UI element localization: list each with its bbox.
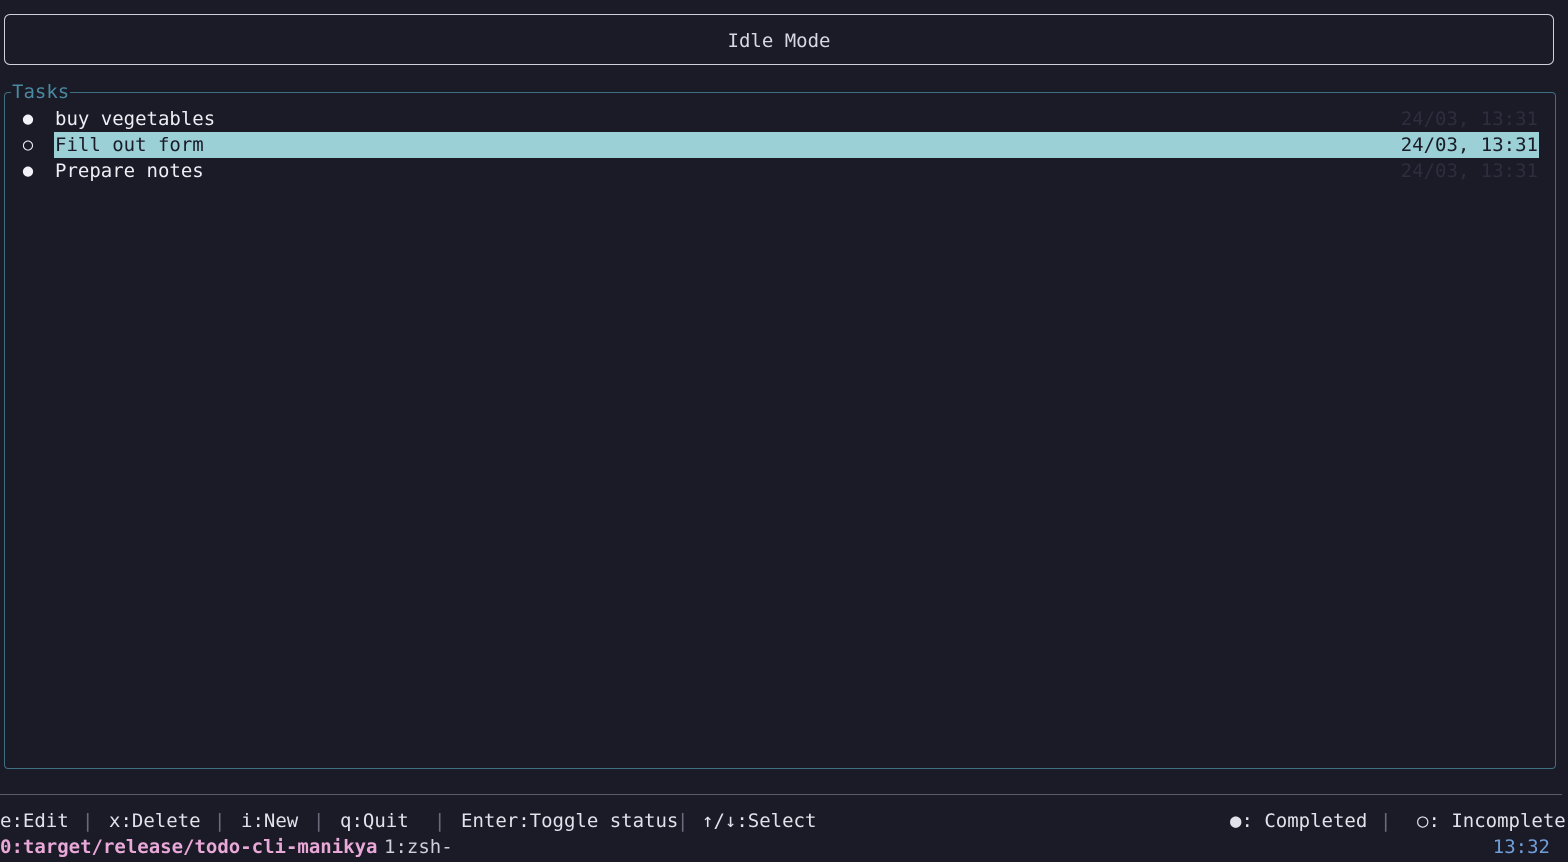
- help-quit: q:Quit: [340, 810, 409, 832]
- help-edit: e:Edit: [0, 810, 69, 832]
- tmux-clock: 13:32: [1492, 836, 1550, 858]
- help-separator: |: [313, 810, 325, 832]
- incomplete-circle-icon: ○: [22, 135, 34, 155]
- help-delete: x:Delete: [109, 810, 201, 832]
- help-toggle-status: Enter:Toggle status: [461, 810, 679, 832]
- tmux-window-active[interactable]: 0:target/release/todo-cli-manikya: [0, 835, 378, 859]
- task-row-selected[interactable]: ○ Fill out form 24/03, 13:31: [5, 132, 1555, 158]
- task-label: Fill out form: [55, 134, 204, 156]
- task-timestamp: 24/03, 13:31: [1400, 134, 1538, 156]
- help-separator: |: [434, 810, 446, 832]
- tmux-status-bar: 0:target/release/todo-cli-manikya 1:zsh-…: [0, 835, 1568, 859]
- divider: [0, 794, 1562, 795]
- tasks-panel-title: Tasks: [11, 81, 71, 103]
- legend-incomplete: ○: Incomplete: [1417, 810, 1566, 832]
- completed-circle-icon: ●: [22, 109, 34, 129]
- task-body[interactable]: Fill out form 24/03, 13:31: [54, 132, 1539, 158]
- task-row[interactable]: ● Prepare notes 24/03, 13:31: [5, 158, 1555, 184]
- keybinding-help-bar: e:Edit | x:Delete | i:New | q:Quit | Ent…: [0, 809, 1568, 833]
- terminal-screen: Idle Mode Tasks ● buy vegetables 24/03, …: [0, 0, 1568, 862]
- help-separator: |: [214, 810, 226, 832]
- task-list: ● buy vegetables 24/03, 13:31 ○ Fill out…: [5, 106, 1555, 184]
- task-body[interactable]: buy vegetables 24/03, 13:31: [54, 106, 1539, 132]
- help-new: i:New: [241, 810, 299, 832]
- tmux-window[interactable]: 1:zsh-: [384, 835, 453, 859]
- legend-completed: ●: Completed: [1230, 810, 1368, 832]
- completed-circle-icon: ●: [22, 161, 34, 181]
- help-separator: |: [82, 810, 94, 832]
- mode-panel: Idle Mode: [4, 14, 1554, 65]
- help-select: ↑/↓:Select: [702, 810, 817, 832]
- task-body[interactable]: Prepare notes 24/03, 13:31: [54, 158, 1539, 184]
- mode-title: Idle Mode: [727, 30, 831, 52]
- task-row[interactable]: ● buy vegetables 24/03, 13:31: [5, 106, 1555, 132]
- task-timestamp: 24/03, 13:31: [1400, 160, 1538, 182]
- task-label: Prepare notes: [55, 160, 204, 182]
- help-separator: |: [677, 810, 689, 832]
- task-label: buy vegetables: [55, 108, 216, 130]
- tasks-panel: Tasks ● buy vegetables 24/03, 13:31 ○ Fi…: [4, 82, 1556, 769]
- help-separator: |: [1380, 810, 1392, 832]
- task-timestamp: 24/03, 13:31: [1400, 108, 1538, 130]
